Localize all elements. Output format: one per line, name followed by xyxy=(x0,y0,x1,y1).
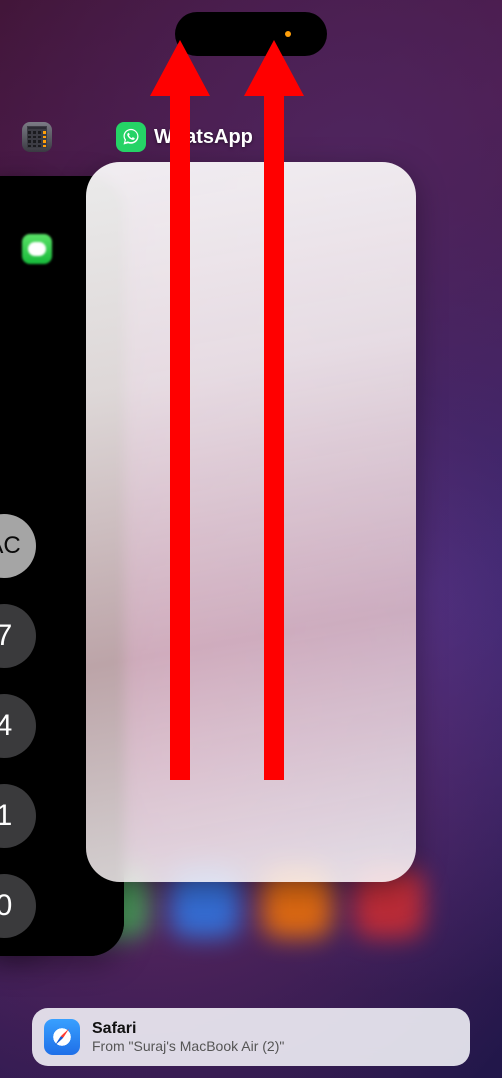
messages-icon xyxy=(22,234,52,264)
handoff-app-title: Safari xyxy=(92,1019,284,1038)
calculator-header[interactable] xyxy=(22,122,52,152)
handoff-banner[interactable]: Safari From "Suraj's MacBook Air (2)" xyxy=(32,1008,470,1066)
calculator-key-ac[interactable]: AC xyxy=(0,514,36,578)
iphone-app-switcher-screen: WhatsApp ‹ AC 7 4 1 0 xyxy=(0,0,502,1078)
handoff-source-line: From "Suraj's MacBook Air (2)" xyxy=(92,1038,284,1055)
dynamic-island[interactable] xyxy=(175,12,327,56)
calculator-icon xyxy=(22,122,52,152)
calculator-key-0[interactable]: 0 xyxy=(0,874,36,938)
calculator-icon-art xyxy=(27,126,47,148)
calculator-key-4[interactable]: 4 xyxy=(0,694,36,758)
microphone-indicator-dot xyxy=(285,31,291,37)
app-card-whatsapp[interactable] xyxy=(86,162,416,882)
whatsapp-label: WhatsApp xyxy=(154,126,253,149)
handoff-text: Safari From "Suraj's MacBook Air (2)" xyxy=(92,1019,284,1055)
calculator-key-7[interactable]: 7 xyxy=(0,604,36,668)
app-switcher-header-row: WhatsApp xyxy=(0,116,502,164)
calculator-key-1[interactable]: 1 xyxy=(0,784,36,848)
whatsapp-header[interactable]: WhatsApp xyxy=(116,122,253,152)
safari-icon xyxy=(44,1019,80,1055)
whatsapp-icon xyxy=(116,122,146,152)
